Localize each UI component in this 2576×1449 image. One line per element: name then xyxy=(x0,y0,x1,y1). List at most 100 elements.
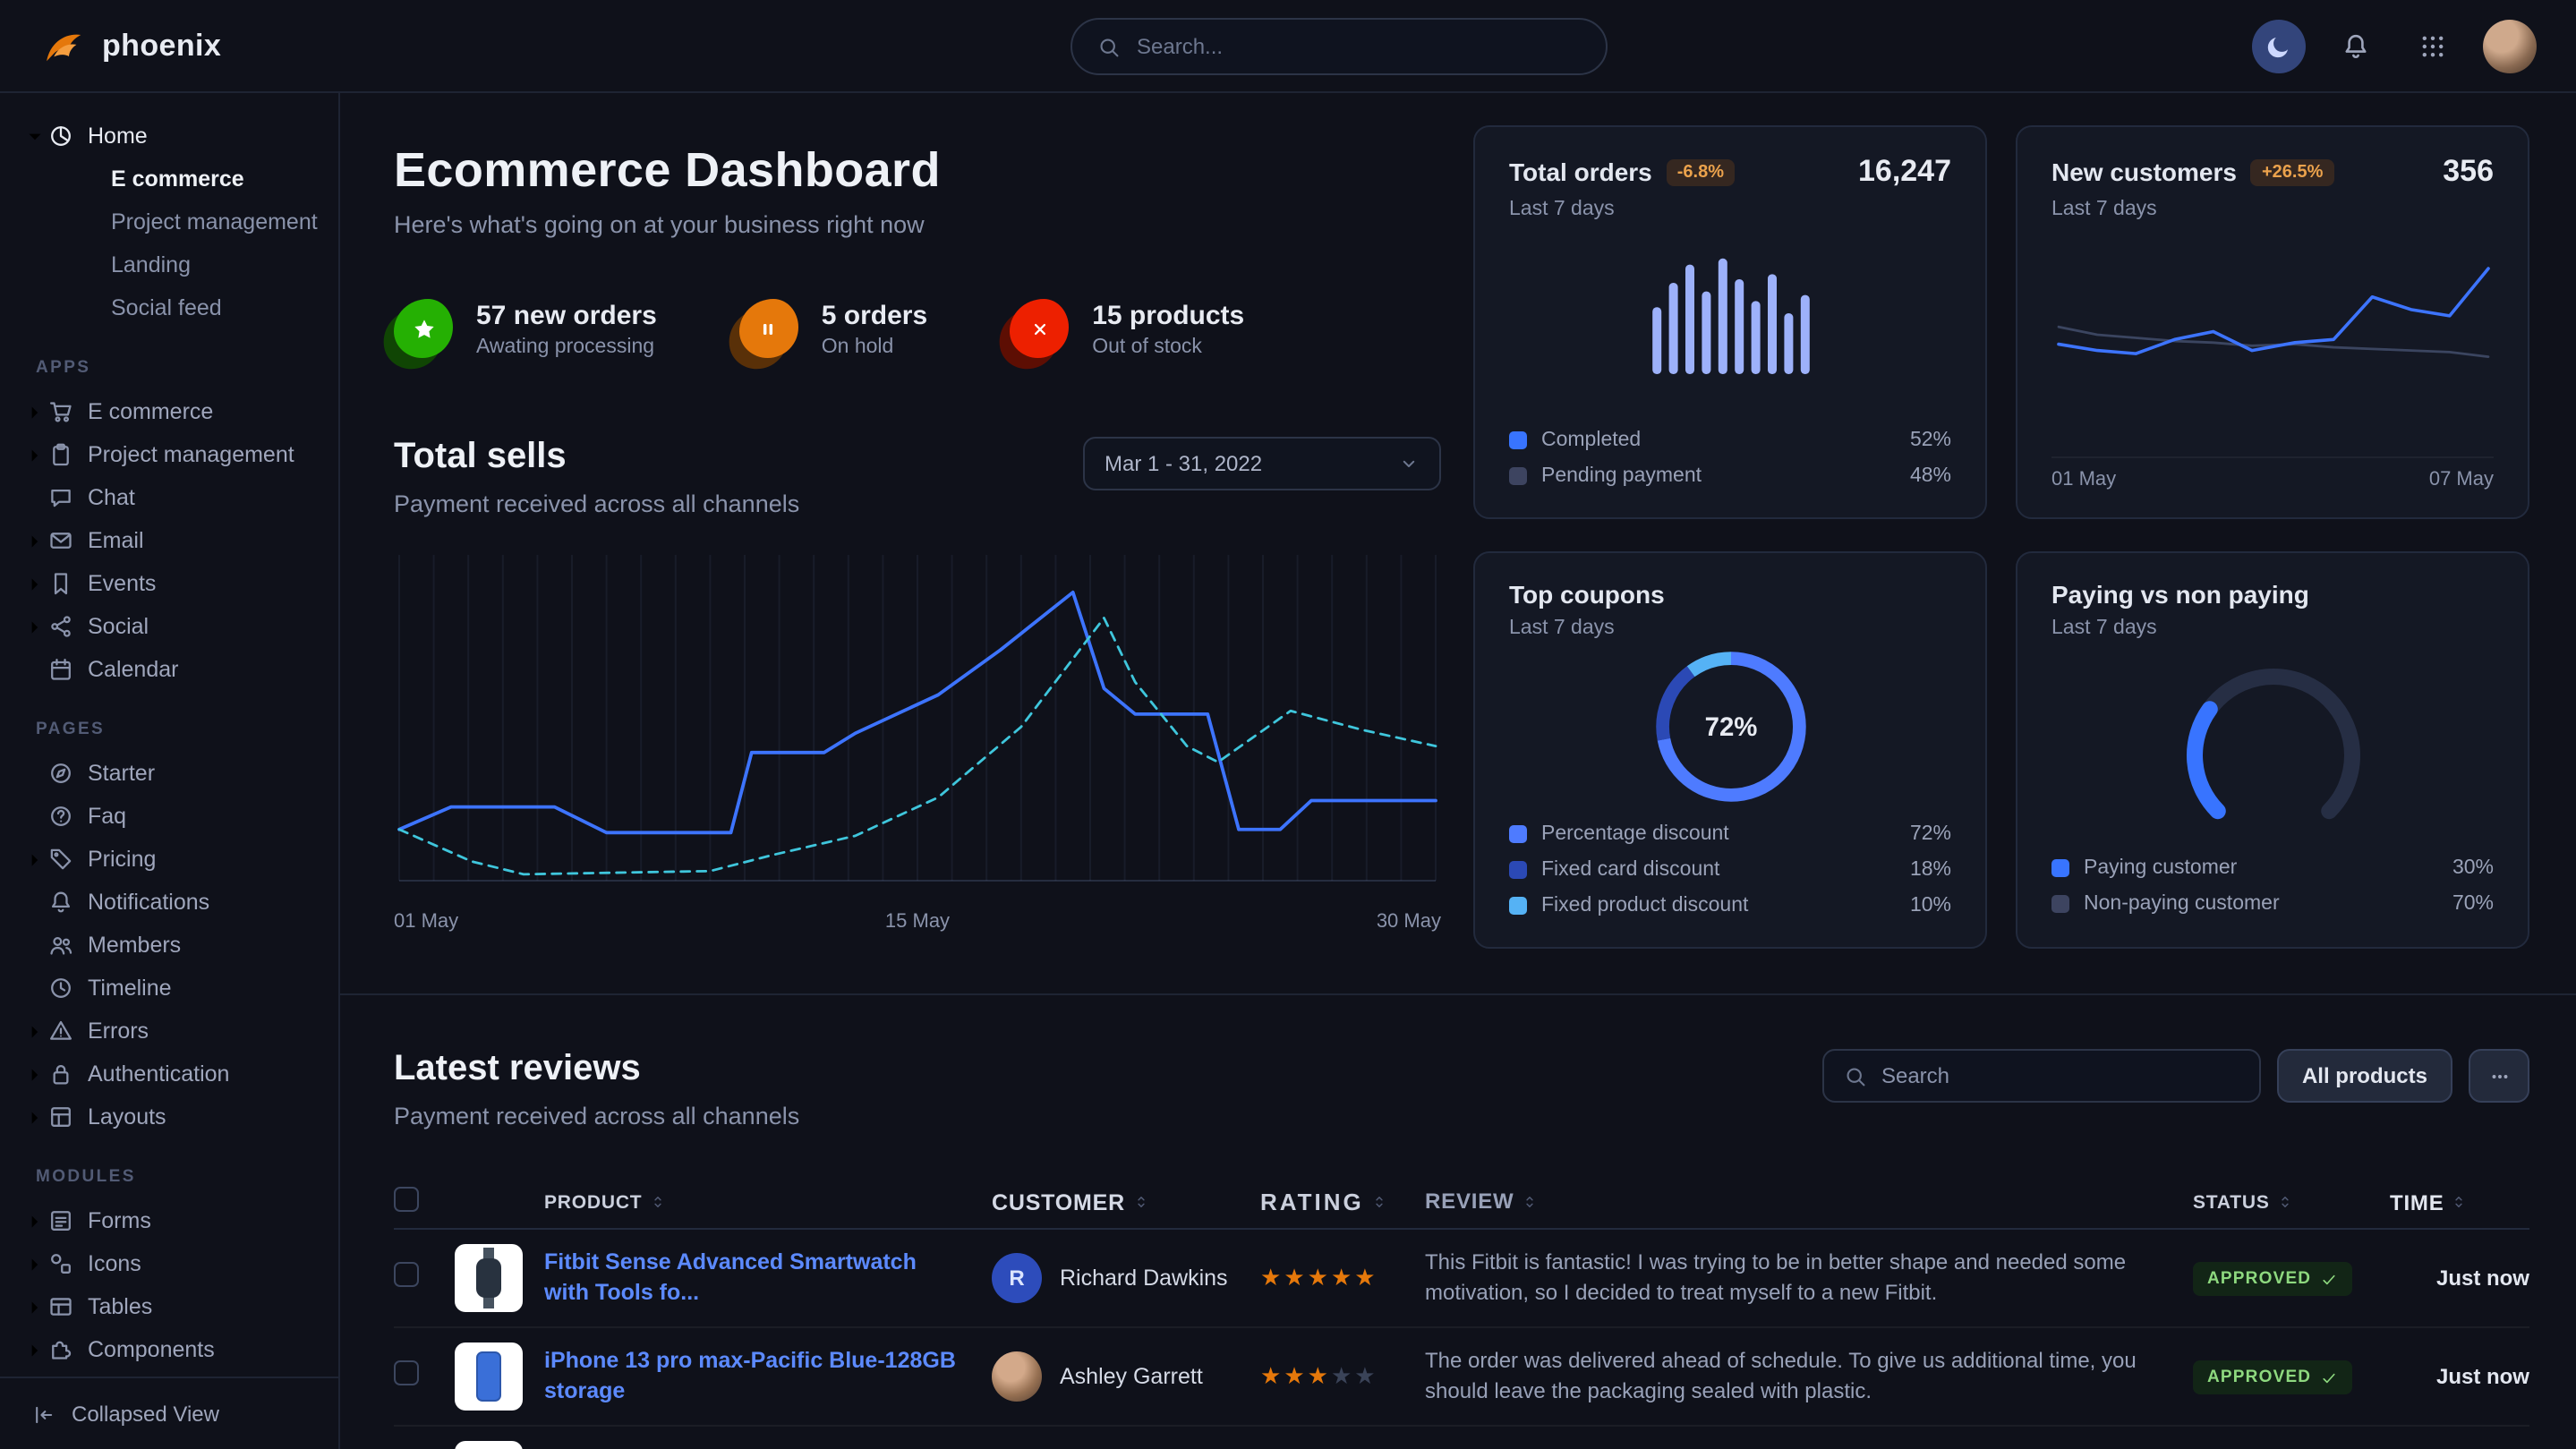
legend-label: Percentage discount xyxy=(1541,823,1729,844)
product-link[interactable]: Fitbit Sense Advanced Smartwatch with To… xyxy=(544,1248,967,1308)
bell-icon xyxy=(2341,31,2370,60)
dashboard-cards: Total orders -6.8% 16,247 Last 7 days Co… xyxy=(1473,125,2529,993)
column-header-review[interactable]: REVIEW xyxy=(1425,1187,2146,1218)
caret-right-icon xyxy=(21,850,48,868)
legend-swatch xyxy=(1509,430,1527,448)
caret-right-icon xyxy=(21,1298,48,1316)
column-header-customer[interactable]: CUSTOMER xyxy=(992,1189,1148,1215)
card-title: New customers xyxy=(2051,158,2237,186)
table-icon xyxy=(48,1294,73,1319)
sidebar-item-forms[interactable]: Forms xyxy=(21,1199,328,1242)
sidebar-item-tables[interactable]: Tables xyxy=(21,1285,328,1328)
tag-icon xyxy=(48,847,73,872)
latest-reviews-title: Latest reviews xyxy=(394,1049,799,1090)
new-customers-chart xyxy=(2052,242,2493,428)
review-time: Just now xyxy=(2390,1266,2529,1291)
pie-icon xyxy=(48,124,73,149)
sidebar-item-email[interactable]: Email xyxy=(21,519,328,562)
search-icon xyxy=(1097,35,1121,58)
x-tick: 30 May xyxy=(1377,911,1441,933)
clock-icon xyxy=(48,976,73,1001)
legend-value: 52% xyxy=(1910,429,1951,450)
collapse-icon xyxy=(32,1402,55,1426)
sidebar-item-components[interactable]: Components xyxy=(21,1328,328,1371)
sidebar-item-e-commerce[interactable]: E commerce xyxy=(21,390,328,433)
column-header-rating[interactable]: RATING xyxy=(1260,1189,1425,1215)
lock-icon xyxy=(48,1061,73,1087)
reviews-table-header: PRODUCT CUSTOMER RATINGREVIEW STATUSTIME xyxy=(394,1176,2529,1230)
sidebar-item-notifications[interactable]: Notifications xyxy=(21,881,328,924)
column-header-product[interactable]: PRODUCT xyxy=(544,1191,665,1213)
caret-right-icon xyxy=(21,403,48,421)
apps-menu-button[interactable] xyxy=(2406,19,2460,72)
top-coupons-chart: 72% xyxy=(1646,643,1814,811)
total-sells-x-labels: 01 May 15 May 30 May xyxy=(394,911,1441,933)
calendar-icon xyxy=(48,657,73,682)
date-range-value: Mar 1 - 31, 2022 xyxy=(1105,451,1262,476)
sidebar-item-layouts[interactable]: Layouts xyxy=(21,1095,328,1138)
all-products-button[interactable]: All products xyxy=(2277,1049,2452,1103)
global-search[interactable] xyxy=(1070,18,1608,75)
stat-on-hold: 5 ordersOn hold xyxy=(739,299,927,358)
svg-text:72%: 72% xyxy=(1704,712,1757,742)
sidebar-item-project-management[interactable]: Project management xyxy=(21,433,328,476)
sidebar-item-home[interactable]: Home xyxy=(21,115,328,158)
top-coupons-card: Top coupons Last 7 days 72% Percentage d… xyxy=(1473,551,1987,949)
reviews-search-input[interactable] xyxy=(1881,1063,2239,1088)
sidebar-item-starter[interactable]: Starter xyxy=(21,752,328,795)
theme-toggle-button[interactable] xyxy=(2252,19,2306,72)
sidebar-item-members[interactable]: Members xyxy=(21,924,328,967)
page-title: Ecommerce Dashboard xyxy=(394,143,1441,199)
sidebar-item-errors[interactable]: Errors xyxy=(21,1010,328,1053)
row-checkbox[interactable] xyxy=(394,1261,419,1286)
phoenix-logo-icon xyxy=(39,22,86,69)
legend-row-percentage-discount: Percentage discount72% xyxy=(1509,818,1951,848)
sidebar-item-pricing[interactable]: Pricing xyxy=(21,838,328,881)
sidebar-item-timeline[interactable]: Timeline xyxy=(21,967,328,1010)
reviews-search[interactable] xyxy=(1822,1049,2261,1103)
brand[interactable]: phoenix xyxy=(39,22,221,69)
sidebar-item-social-feed[interactable]: Social feed xyxy=(21,286,328,329)
alert-icon xyxy=(48,1019,73,1044)
select-all-checkbox[interactable] xyxy=(394,1187,419,1212)
star-icon: ★ xyxy=(1331,1362,1354,1389)
reviews-table: PRODUCT CUSTOMER RATINGREVIEW STATUSTIME Fi… xyxy=(394,1176,2529,1449)
user-avatar[interactable] xyxy=(2483,19,2537,72)
dashboard-left-column: Ecommerce Dashboard Here's what's going … xyxy=(394,125,1441,993)
total-orders-chart xyxy=(1648,245,1813,374)
sidebar-item-faq[interactable]: Faq xyxy=(21,795,328,838)
bookmark-icon xyxy=(48,571,73,596)
star-icon: ★ xyxy=(1308,1362,1331,1389)
row-checkbox[interactable] xyxy=(394,1360,419,1385)
card-title: Total orders xyxy=(1509,158,1652,186)
global-search-input[interactable] xyxy=(1137,34,1581,59)
reviews-toolbar: All products xyxy=(1822,1049,2529,1103)
column-header-time[interactable]: TIME xyxy=(2390,1189,2529,1215)
status-badge: APPROVED xyxy=(2193,1360,2352,1394)
sidebar-item-authentication[interactable]: Authentication xyxy=(21,1053,328,1095)
collapse-view-button[interactable]: Collapsed View xyxy=(0,1377,338,1449)
column-header-status[interactable]: STATUS xyxy=(2193,1191,2390,1213)
sidebar-item-social[interactable]: Social xyxy=(21,605,328,648)
card-period: Last 7 days xyxy=(2051,618,2494,639)
sidebar-item-icons[interactable]: Icons xyxy=(21,1242,328,1285)
star-icon: ★ xyxy=(1354,1362,1378,1389)
product-link[interactable]: iPhone 13 pro max-Pacific Blue-128GB sto… xyxy=(544,1346,967,1407)
check-icon xyxy=(2320,1368,2338,1386)
sidebar-item-project-management[interactable]: Project management xyxy=(21,200,328,243)
sidebar-item-landing[interactable]: Landing xyxy=(21,243,328,286)
sidebar-item-e-commerce[interactable]: E commerce xyxy=(21,158,328,200)
sort-icon xyxy=(1522,1194,1538,1210)
sidebar-item-calendar[interactable]: Calendar xyxy=(21,648,328,691)
more-options-button[interactable] xyxy=(2469,1049,2529,1103)
date-range-select[interactable]: Mar 1 - 31, 2022 xyxy=(1083,437,1441,490)
customer-name: Richard Dawkins xyxy=(1060,1266,1228,1291)
sort-icon xyxy=(1132,1194,1148,1210)
sidebar-item-chat[interactable]: Chat xyxy=(21,476,328,519)
legend-swatch xyxy=(1509,824,1527,842)
sidebar-item-events[interactable]: Events xyxy=(21,562,328,605)
new-customers-card: New customers +26.5% 356 Last 7 days 01 … xyxy=(2016,125,2529,519)
chevron-down-icon xyxy=(1398,453,1420,474)
sidebar: HomeE commerceProject managementLandingS… xyxy=(0,93,340,1449)
notifications-button[interactable] xyxy=(2329,19,2383,72)
